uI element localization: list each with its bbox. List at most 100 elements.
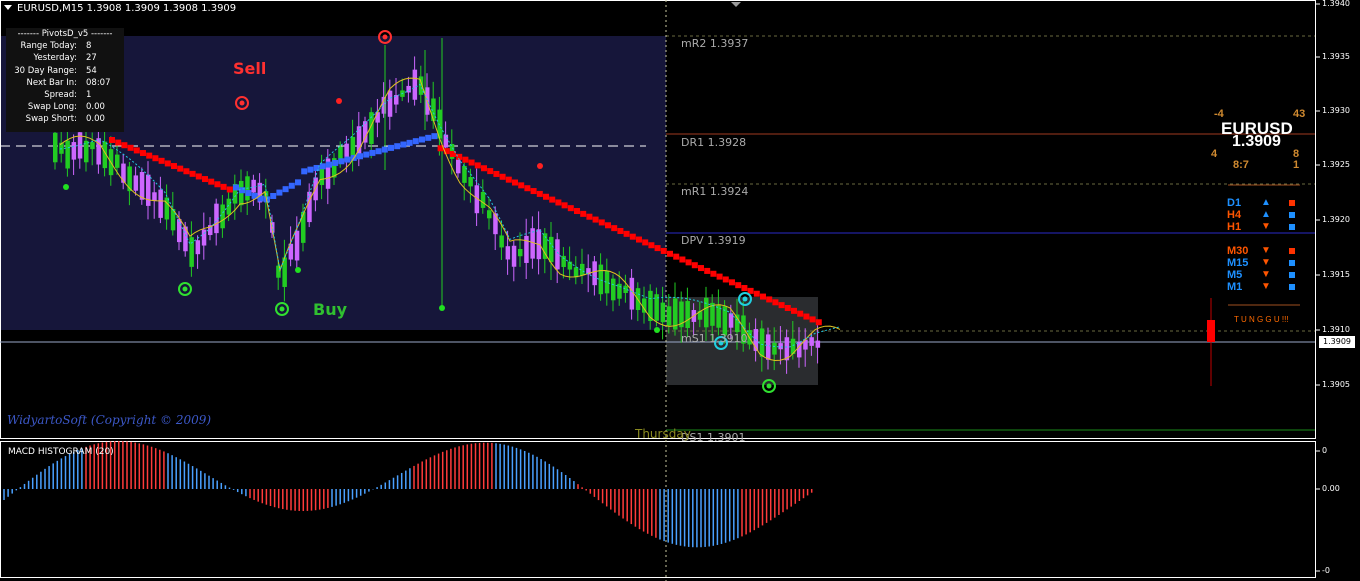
candle-body — [146, 174, 151, 206]
trail-square — [574, 208, 580, 215]
trail-square — [171, 163, 177, 170]
dashboard-left-number: 4 — [1211, 148, 1218, 160]
pivots-row-label: Spread: — [44, 90, 77, 101]
trail-square — [499, 173, 506, 180]
trail-square — [753, 290, 760, 297]
pivots-row: Range Today: 8 — [6, 40, 124, 52]
candle-body — [772, 342, 777, 355]
pivots-row-label: Swap Short: — [25, 114, 77, 125]
trend-arrow-up-icon: ▲ — [1261, 209, 1271, 220]
candle-body — [573, 267, 579, 278]
pivots-row-label: Swap Long: — [27, 102, 77, 113]
candle-body — [115, 154, 120, 168]
trail-square — [276, 189, 283, 196]
trail-square — [623, 230, 630, 237]
timeframe-name: M30 — [1227, 245, 1249, 257]
candle-body — [226, 198, 232, 215]
scroll-marker-icon[interactable] — [731, 2, 741, 7]
macd-indicator-label: MACD HISTOGRAM (20) — [8, 447, 114, 457]
trend-square-icon — [1289, 248, 1295, 254]
trail-square — [598, 219, 605, 226]
price-scale-label: 1.3905 — [1322, 380, 1350, 389]
signal-dot-icon — [295, 267, 301, 273]
candle-body — [728, 313, 734, 328]
price-scale-label: 1.3935 — [1322, 52, 1350, 61]
candle-body — [443, 134, 449, 148]
trail-square — [375, 148, 382, 155]
dashboard-ratio: 8:7 — [1233, 159, 1249, 171]
trail-square — [815, 319, 822, 326]
candle-body — [90, 142, 95, 150]
trail-square — [326, 161, 332, 168]
timeframe-name: H1 — [1227, 221, 1242, 233]
trail-square — [226, 186, 233, 193]
trail-square — [394, 143, 401, 150]
dashboard-top-right: 43 — [1293, 108, 1306, 120]
trail-square — [177, 165, 184, 172]
pivots-row: Yesterday: 27 — [6, 52, 124, 64]
timeframe-row-m1: M1 ▼ — [1227, 281, 1307, 293]
dashboard-right-b: 1 — [1293, 159, 1300, 171]
chart-title: EURUSD,M15 1.3908 1.3909 1.3908 1.3909 — [4, 3, 236, 14]
candle-body — [468, 177, 473, 187]
trail-square — [685, 259, 692, 266]
trail-square — [152, 155, 159, 162]
trail-square — [419, 136, 425, 143]
buy-marker-icon-dot — [279, 306, 285, 312]
pivots-row-value: 27 — [86, 53, 97, 64]
trail-square — [592, 216, 599, 223]
candle-body — [201, 229, 207, 246]
candle-body — [406, 85, 411, 93]
candle-body — [735, 314, 740, 333]
collapse-triangle-icon[interactable] — [4, 5, 12, 10]
trend-square-icon — [1289, 212, 1295, 218]
pivot-label-ms1: mS1 1.3910 — [681, 332, 748, 345]
candle-body — [480, 191, 486, 208]
candle-body — [493, 213, 498, 235]
pivots-row-value: 8 — [86, 41, 92, 52]
timeframe-name: D1 — [1227, 197, 1242, 209]
trail-square — [109, 137, 115, 143]
trail-square — [642, 239, 649, 246]
candle-body — [375, 112, 380, 123]
candle-body — [666, 306, 672, 326]
candle-body — [133, 175, 139, 191]
pivots-info-panel: ------- PivotsD_v5 ------- Range Today: 8… — [6, 28, 124, 132]
pivots-row-label: Yesterday: — [33, 53, 77, 64]
trail-square — [115, 139, 122, 146]
trend-square-icon — [1289, 224, 1295, 230]
trail-square — [158, 157, 165, 164]
trail-square — [357, 153, 363, 160]
candle-body — [592, 261, 597, 286]
trail-square — [140, 150, 146, 157]
trail-square — [778, 302, 785, 309]
macd-chart-frame — [0, 441, 1316, 578]
price-chart[interactable] — [0, 0, 1360, 581]
candle-body — [456, 159, 461, 174]
candle-body — [53, 132, 58, 163]
trail-square — [524, 185, 531, 192]
trail-square — [220, 183, 227, 190]
candle-body — [815, 340, 821, 348]
trail-square — [530, 188, 537, 195]
trail-square — [784, 304, 791, 311]
candle-body — [65, 140, 70, 169]
price-scale-label: 1.3925 — [1322, 160, 1350, 169]
pivots-panel-heading: ------- PivotsD_v5 ------- — [17, 29, 113, 39]
candle-body — [505, 246, 511, 260]
trail-square — [332, 159, 339, 166]
pivots-row: 30 Day Range: 54 — [6, 65, 124, 77]
pivots-row-value: 0.00 — [86, 114, 105, 125]
candle-body — [499, 235, 504, 248]
trail-square — [202, 176, 208, 183]
trail-square — [412, 138, 419, 145]
trail-square — [648, 242, 655, 249]
candle-body — [251, 179, 256, 193]
timeframe-name: M5 — [1227, 269, 1243, 281]
pivots-row-value: 08:07 — [86, 77, 111, 88]
trail-square — [400, 141, 407, 148]
trail-square — [629, 233, 636, 240]
trail-square — [239, 187, 246, 194]
trail-square — [518, 182, 525, 189]
buy-signal-label: Buy — [313, 300, 348, 319]
